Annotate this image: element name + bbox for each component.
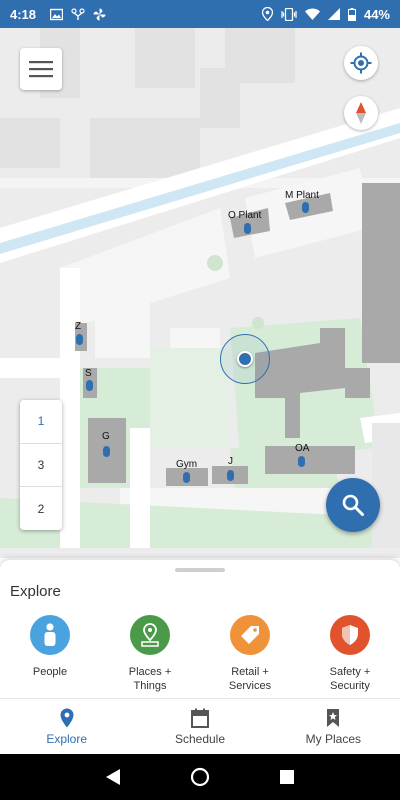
category-places-things[interactable]: Places + Things bbox=[100, 615, 200, 693]
current-location-dot bbox=[237, 351, 253, 367]
location-pin-icon bbox=[60, 708, 74, 727]
category-list: People Places + Things Retail + Services… bbox=[0, 615, 400, 693]
campus-map[interactable]: M Plant O Plant Z S G Gym J OA 1 3 2 bbox=[0, 28, 400, 558]
building-label-oa: OA bbox=[295, 443, 310, 454]
tab-label: My Places bbox=[305, 731, 361, 746]
compass-button[interactable] bbox=[344, 96, 378, 130]
building-label-m-plant: M Plant bbox=[285, 190, 319, 201]
my-location-button[interactable] bbox=[344, 46, 378, 80]
drone-icon bbox=[71, 7, 85, 20]
bookmark-icon bbox=[327, 708, 340, 727]
vibrate-icon bbox=[281, 7, 297, 21]
category-label: People bbox=[32, 666, 68, 678]
tab-explore[interactable]: Explore bbox=[0, 699, 133, 754]
menu-button[interactable] bbox=[20, 48, 62, 90]
location-icon bbox=[261, 7, 273, 21]
tab-label: Schedule bbox=[174, 731, 226, 746]
tag-icon bbox=[230, 615, 270, 655]
map-pin-icon bbox=[130, 615, 170, 655]
map-pin-o-plant[interactable] bbox=[244, 223, 251, 234]
home-icon[interactable] bbox=[190, 767, 210, 787]
building-label-s: S bbox=[85, 368, 92, 379]
fan-icon bbox=[93, 8, 106, 20]
map-pin-oa[interactable] bbox=[298, 456, 305, 467]
battery-percent: 44% bbox=[363, 6, 390, 22]
category-retail-services[interactable]: Retail + Services bbox=[200, 615, 300, 693]
map-pin-s[interactable] bbox=[86, 380, 93, 391]
sheet-title: Explore bbox=[10, 583, 61, 600]
building-label-z: Z bbox=[75, 321, 82, 332]
building-label-gym: Gym bbox=[176, 459, 198, 470]
map-pin-z[interactable] bbox=[76, 334, 83, 345]
signal-icon bbox=[327, 8, 340, 20]
crosshair-icon bbox=[350, 52, 372, 74]
tab-label: Explore bbox=[46, 731, 87, 746]
system-navigation-bar bbox=[0, 754, 400, 800]
back-icon[interactable] bbox=[105, 768, 121, 786]
floor-option-2[interactable]: 2 bbox=[20, 487, 62, 530]
category-label: Retail + Services bbox=[228, 666, 272, 692]
person-icon bbox=[30, 615, 70, 655]
hamburger-menu-icon bbox=[29, 61, 53, 78]
floor-picker[interactable]: 1 3 2 bbox=[20, 400, 62, 530]
search-icon bbox=[342, 494, 364, 516]
floor-option-1[interactable]: 1 bbox=[20, 400, 62, 444]
battery-icon bbox=[347, 7, 356, 21]
category-people[interactable]: People bbox=[0, 615, 100, 693]
category-label: Safety + Security bbox=[329, 666, 371, 692]
status-bar: 4:18 44% bbox=[0, 0, 400, 28]
tab-my-places[interactable]: My Places bbox=[267, 699, 400, 754]
image-icon bbox=[50, 8, 64, 20]
category-safety-security[interactable]: Safety + Security bbox=[300, 615, 400, 693]
building-label-j: J bbox=[228, 456, 233, 467]
sheet-drag-handle[interactable] bbox=[175, 568, 225, 572]
wifi-icon bbox=[304, 8, 320, 20]
building-label-o-plant: O Plant bbox=[228, 210, 262, 221]
tab-schedule[interactable]: Schedule bbox=[133, 699, 266, 754]
category-label: Places + Things bbox=[128, 666, 172, 692]
status-time: 4:18 bbox=[10, 6, 37, 22]
shield-icon bbox=[330, 615, 370, 655]
floor-option-3[interactable]: 3 bbox=[20, 444, 62, 488]
map-pin-j[interactable] bbox=[227, 470, 234, 481]
map-pin-g[interactable] bbox=[103, 446, 110, 457]
building-label-g: G bbox=[102, 431, 110, 442]
map-pin-m-plant[interactable] bbox=[302, 202, 309, 213]
search-button[interactable] bbox=[326, 478, 380, 532]
map-pin-gym[interactable] bbox=[183, 472, 190, 483]
recents-icon[interactable] bbox=[279, 769, 295, 785]
calendar-icon bbox=[190, 708, 209, 728]
explore-sheet[interactable]: Explore People Places + Things Retail + … bbox=[0, 560, 400, 698]
bottom-tab-bar: Explore Schedule My Places bbox=[0, 698, 400, 754]
compass-icon bbox=[356, 102, 366, 124]
